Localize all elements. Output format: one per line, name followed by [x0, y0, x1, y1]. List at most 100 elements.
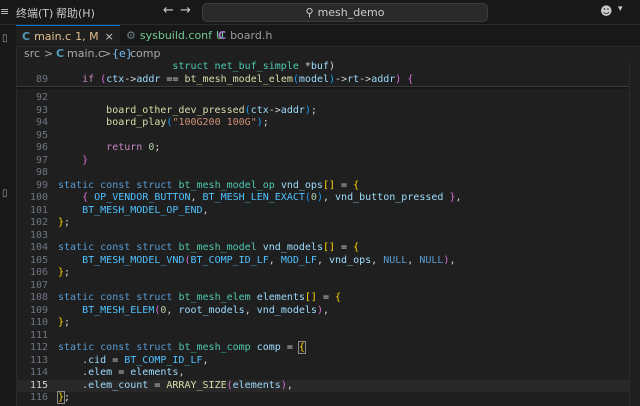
code-token: bt_mesh_comp — [178, 342, 251, 353]
code-token: ctx — [250, 104, 269, 116]
code-line[interactable]: 100 { OP_VENDOR_BUTTON, BT_MESH_LEN_EXAC… — [16, 192, 640, 205]
code-token: static — [58, 342, 95, 353]
line-number: 104 — [29, 242, 48, 253]
extensions-icon[interactable]: ▯ — [2, 188, 8, 199]
code-line[interactable]: 104 static const struct bt_mesh_model vnd… — [16, 242, 640, 255]
code-line[interactable]: 99 static const struct bt_mesh_model_op v… — [16, 180, 640, 193]
line-number: 102 — [29, 217, 48, 228]
code-token: board_other_dev_pressed — [106, 104, 245, 116]
line-code: } — [58, 155, 88, 168]
code-line[interactable]: 103 — [16, 230, 640, 243]
code-line[interactable]: 92 — [16, 92, 640, 105]
code-editor[interactable]: struct net_buf_simple *buf) 89 if (ctx->a… — [16, 61, 640, 406]
sticky-scroll-line[interactable]: 89 if (ctx->addr == bt_mesh_model_elem(m… — [16, 74, 640, 87]
tab-board-h[interactable]: Cboard.h — [212, 25, 292, 46]
code-token: = — [335, 179, 354, 191]
code-token: return — [106, 142, 143, 153]
line-code: struct net_buf_simple *buf) — [58, 61, 335, 74]
code-line[interactable]: 97 } — [16, 155, 640, 168]
code-line[interactable]: 112 static const struct bt_mesh_comp comp… — [16, 341, 640, 355]
code-token: vnd_models — [256, 304, 317, 316]
chevron-right-icon: > — [102, 47, 112, 60]
code-token: , — [178, 367, 185, 378]
line-code: static const struct bt_mesh_comp comp = … — [58, 341, 306, 355]
code-token: , — [449, 254, 456, 266]
code-token: -> — [268, 104, 281, 116]
menu-overflow-icon[interactable]: ≡ — [0, 5, 9, 18]
chevron-down-icon[interactable]: ▾ — [618, 4, 623, 14]
code-line[interactable]: 101 BT_MESH_MODEL_OP_END, — [16, 205, 640, 218]
code-token: const — [100, 292, 131, 303]
sticky-scroll-shadow — [16, 87, 640, 90]
vertical-scrollbar[interactable] — [629, 61, 640, 406]
menu-help[interactable]: 帮助(H) — [56, 5, 95, 21]
code-token: , — [190, 192, 203, 203]
code-token: board_play — [106, 117, 167, 128]
code-line[interactable]: 106}; — [16, 267, 640, 280]
line-code: board_play("100G200 100G"); — [58, 117, 269, 130]
line-code: }; — [56, 391, 70, 405]
tab-sysbuild-conf[interactable]: ⚙ sysbuild.conf U — [120, 25, 224, 46]
line-number: 93 — [35, 104, 48, 116]
line-number: 108 — [29, 292, 48, 303]
back-arrow-icon[interactable]: ← — [163, 3, 174, 18]
code-token: [] — [304, 292, 317, 303]
code-token: { — [297, 341, 306, 354]
line-number: 99 — [35, 179, 48, 191]
tab-main-c[interactable]: Cmain.c 1, M × — [16, 25, 120, 46]
breadcrumb-file[interactable]: main.c — [67, 46, 104, 61]
code-token: static — [58, 292, 95, 303]
code-token: addr — [371, 73, 396, 85]
code-line[interactable]: 98 — [16, 167, 640, 180]
code-token: NULL — [383, 254, 408, 266]
code-line[interactable]: 108 static const struct bt_mesh_elem elem… — [16, 292, 640, 305]
code-line[interactable]: 105 BT_MESH_MODEL_VND(BT_COMP_ID_LF, MOD… — [16, 255, 640, 268]
code-line[interactable]: 93 board_other_dev_pressed(ctx->addr); — [16, 105, 640, 118]
code-line[interactable]: 115 .elem_count = ARRAY_SIZE(elements), — [16, 380, 640, 393]
code-line[interactable]: 114 .elem = elements, — [16, 367, 640, 380]
line-number: 101 — [29, 204, 48, 216]
explorer-icon[interactable]: ▯ — [2, 33, 8, 44]
code-line[interactable]: 113 .cid = BT_COMP_ID_LF, — [16, 355, 640, 368]
code-token: NULL — [419, 254, 444, 266]
code-token: . — [58, 367, 89, 378]
code-token: elements — [232, 379, 281, 391]
code-token: , — [371, 254, 384, 266]
code-token: struct — [136, 342, 173, 353]
close-icon[interactable]: × — [105, 30, 114, 43]
line-number: 98 — [35, 167, 48, 178]
code-line[interactable]: 116}; — [16, 391, 640, 405]
code-token: MOD_LF — [280, 254, 317, 266]
chevron-right-icon: > — [44, 47, 54, 60]
breadcrumb-symbol[interactable]: comp — [130, 46, 160, 61]
code-line[interactable]: 95 — [16, 130, 640, 143]
code-line[interactable]: 96 return 0; — [16, 142, 640, 155]
code-line[interactable]: 107 — [16, 280, 640, 293]
code-line[interactable]: 94 board_play("100G200 100G"); — [16, 117, 640, 130]
code-token: rt — [347, 73, 360, 85]
code-line[interactable]: 111 — [16, 330, 640, 343]
code-token: , — [166, 304, 179, 316]
code-token: = — [148, 379, 167, 391]
command-center-search[interactable]: ⚲ mesh_demo — [202, 3, 488, 22]
search-label: mesh_demo — [317, 6, 385, 19]
line-number: 97 — [35, 154, 48, 166]
code-token: = — [112, 367, 131, 378]
code-line[interactable]: 110}; — [16, 317, 640, 330]
sticky-scroll-line[interactable]: struct net_buf_simple *buf) — [16, 61, 640, 74]
code-line[interactable]: 109 BT_MESH_ELEM(0, root_models, vnd_mod… — [16, 305, 640, 318]
line-number: 103 — [29, 229, 48, 241]
line-code: BT_MESH_ELEM(0, root_models, vnd_models)… — [58, 305, 329, 318]
tab-status: 1, M — [75, 30, 99, 43]
code-token: , — [286, 379, 293, 391]
line-number: 113 — [29, 354, 48, 366]
menu-terminal[interactable]: 终端(T) — [16, 5, 53, 21]
copilot-icon[interactable]: ☻ — [600, 4, 613, 18]
forward-arrow-icon[interactable]: → — [180, 3, 191, 18]
breadcrumb-folder[interactable]: src — [24, 46, 40, 61]
code-line[interactable]: 102}; — [16, 217, 640, 230]
line-code: static const struct bt_mesh_elem element… — [58, 292, 341, 305]
code-token: elements — [130, 367, 179, 378]
